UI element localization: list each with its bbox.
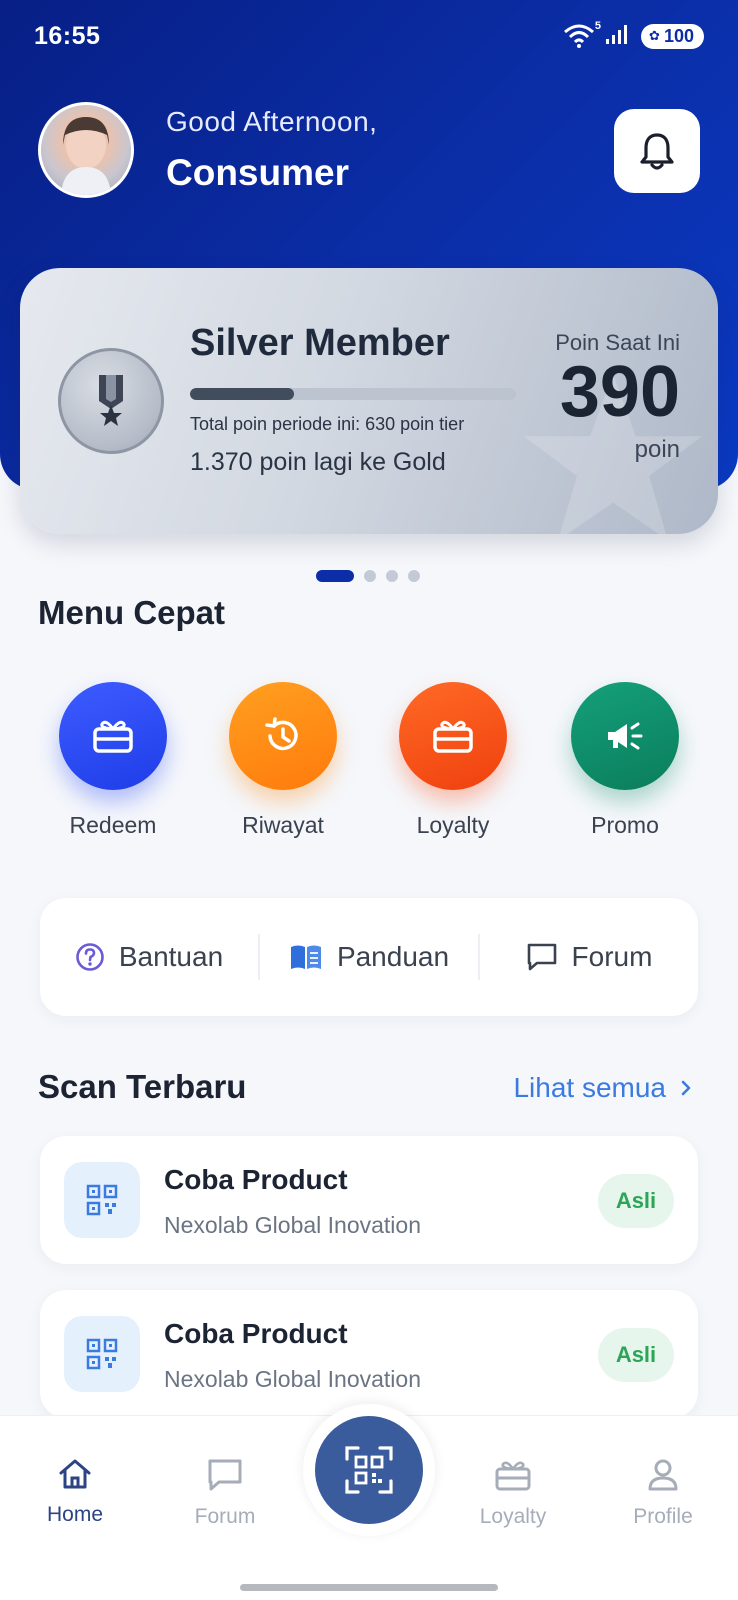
signal-icon [605,23,631,50]
avatar[interactable] [38,102,134,198]
status-bar: 16:55 5 ✿ 100 [0,0,738,72]
recent-scans-title: Scan Terbaru [38,1068,247,1105]
see-all-label: Lihat semua [513,1072,666,1103]
scan-company-name: Nexolab Global Inovation [164,1212,421,1238]
carousel-dot[interactable] [364,570,376,582]
nav-item-home[interactable]: Home [15,1458,135,1527]
scan-product-title: Coba Product [164,1318,348,1349]
quick-menu-loyalty[interactable]: Loyalty [378,682,528,839]
chat-icon [527,943,556,971]
question-circle-icon [76,943,104,971]
nav-item-forum[interactable]: Forum [165,1458,285,1529]
status-time: 16:55 [34,21,101,50]
quick-menu-riwayat[interactable]: Riwayat [208,682,358,839]
quick-menu-label: Promo [591,812,659,838]
member-card[interactable]: Silver Member Total poin periode ini: 63… [20,268,718,534]
chevron-right-icon [680,1072,692,1104]
nav-label: Profile [633,1505,693,1528]
quick-menu-label: Loyalty [416,812,490,838]
book-icon [290,945,321,969]
notification-button[interactable] [614,109,700,193]
points-value: 390 [559,352,680,432]
bell-icon [640,133,674,170]
carousel-indicator [316,570,420,582]
next-tier-text: 1.370 poin lagi ke Gold [190,448,446,476]
tier-progress-bar [190,388,516,400]
period-points-text: Total poin periode ini: 630 poin tier [190,414,465,434]
qr-code-icon [64,1316,140,1392]
carousel-dot[interactable] [316,570,354,582]
nav-label: Home [46,1503,104,1526]
user-name: Consumer [166,152,349,193]
tier-name: Silver Member [190,322,450,364]
status-badge: Asli [598,1328,674,1382]
help-link-label: Panduan [336,941,450,972]
promo-circle [571,682,679,790]
qr-scan-icon [345,1446,393,1494]
home-icon [59,1459,91,1489]
help-link-label: Bantuan [118,941,224,972]
avatar-portrait [61,117,111,195]
scan-qr-button[interactable] [315,1416,423,1524]
battery-level: 100 [663,25,694,46]
status-icons: 5 ✿ 100 [563,20,704,50]
help-link-bantuan[interactable]: Bantuan [40,941,258,973]
help-link-panduan[interactable]: Panduan [260,941,478,973]
nav-label: Forum [194,1505,256,1528]
carousel-dot[interactable] [408,570,420,582]
battery-indicator: ✿ 100 [641,23,704,49]
history-icon [265,717,298,751]
wifi-icon: 5 [563,20,601,48]
home-indicator [240,1584,498,1591]
wifi-badge: 5 [594,20,602,32]
scan-list-item[interactable]: Coba Product Nexolab Global Inovation As… [40,1290,698,1418]
status-badge: Asli [598,1174,674,1228]
loyalty-circle [399,682,507,790]
quick-menu-redeem[interactable]: Redeem [38,682,188,839]
help-link-forum[interactable]: Forum [480,941,698,973]
points-unit: poin [634,436,680,463]
see-all-link[interactable]: Lihat semua [513,1072,692,1104]
quick-menu-label: Riwayat [242,812,324,838]
chat-icon [208,1459,242,1491]
help-link-label: Forum [571,941,653,972]
quick-menu-label: Redeem [69,812,157,838]
scan-company-name: Nexolab Global Inovation [164,1366,421,1392]
scan-list-item[interactable]: Coba Product Nexolab Global Inovation As… [40,1136,698,1264]
qr-code-icon [64,1162,140,1238]
leaf-icon: ✿ [649,28,660,43]
scan-product-title: Coba Product [164,1164,348,1195]
megaphone-icon [608,722,643,750]
scan-fab-ring [303,1404,435,1536]
nav-label: Loyalty [479,1505,547,1528]
quick-menu-title: Menu Cepat [38,594,226,631]
gift-icon [93,720,133,753]
nav-item-profile[interactable]: Profile [603,1458,723,1529]
user-icon [648,1459,678,1491]
gift-icon [495,1461,531,1491]
nav-item-loyalty[interactable]: Loyalty [453,1458,573,1529]
redeem-circle [59,682,167,790]
carousel-dot[interactable] [386,570,398,582]
greeting-text: Good Afternoon, [166,106,378,137]
medal-icon [58,348,164,454]
riwayat-circle [229,682,337,790]
tier-progress-fill [190,388,295,400]
help-links-card: Bantuan Panduan Forum [40,898,698,1016]
quick-menu-promo[interactable]: Promo [550,682,700,839]
gift-icon [433,720,473,753]
